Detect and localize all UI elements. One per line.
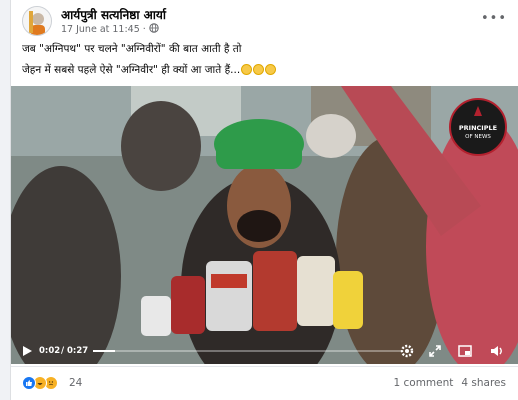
share-count[interactable]: 4 shares (461, 377, 506, 389)
author-avatar[interactable] (22, 6, 52, 36)
more-options-button[interactable]: ••• (481, 10, 508, 26)
post-timestamp[interactable]: 17 June at 11:45 (61, 24, 140, 35)
globe-icon (149, 23, 159, 36)
progress-fill (93, 350, 115, 352)
post-footer: 24 1 comment 4 shares (11, 366, 518, 400)
reaction-icons[interactable] (22, 376, 58, 390)
meta-separator: · (142, 24, 146, 35)
expand-icon[interactable] (427, 343, 443, 359)
more-dots-icon: ••• (481, 10, 508, 26)
video-controls: 0:02 / 0:27 (11, 338, 518, 364)
comment-count[interactable]: 1 comment (393, 377, 453, 389)
volume-icon[interactable] (489, 343, 505, 359)
post-meta: 17 June at 11:45 · (61, 23, 159, 36)
post-text-line-2-content: जेहन में सबसे पहले ऐसे "अग्निवीर" ही क्य… (22, 64, 241, 76)
smile-emoji-icon (265, 64, 277, 75)
video-player[interactable]: PRINCIPLE OF NEWS 0:02 / 0:27 (11, 86, 518, 364)
reaction-count[interactable]: 24 (69, 377, 82, 389)
post-stats: 1 comment 4 shares (393, 377, 506, 389)
watermark-text-1: PRINCIPLE (458, 124, 498, 132)
post-card: आर्यपुत्री सत्यनिष्ठा आर्या 17 June at 1… (10, 0, 518, 400)
pip-icon[interactable] (457, 343, 473, 359)
watermark-text-2: OF NEWS (465, 134, 491, 140)
thinking-emoji-icon (253, 64, 265, 75)
post-text-line-2: जेहन में सबसे पहले ऐसे "अग्निवीर" ही क्य… (22, 63, 512, 77)
time-separator: / (61, 346, 65, 356)
settings-icon[interactable] (399, 343, 415, 359)
author-name[interactable]: आर्यपुत्री सत्यनिष्ठा आर्या (61, 6, 166, 23)
duration: 0:27 (67, 346, 89, 356)
post-header: आर्यपुत्री सत्यनिष्ठा आर्या 17 June at 1… (11, 0, 518, 40)
like-icon (22, 376, 36, 390)
progress-bar[interactable] (93, 350, 403, 352)
thinking-emoji-icon (241, 64, 253, 75)
video-frame (11, 86, 518, 364)
current-time: 0:02 (39, 346, 61, 356)
post-text-line-1: जब "अग्निपथ" पर चलने "अग्निवीरों" की बात… (22, 43, 242, 55)
play-icon[interactable] (19, 343, 35, 359)
